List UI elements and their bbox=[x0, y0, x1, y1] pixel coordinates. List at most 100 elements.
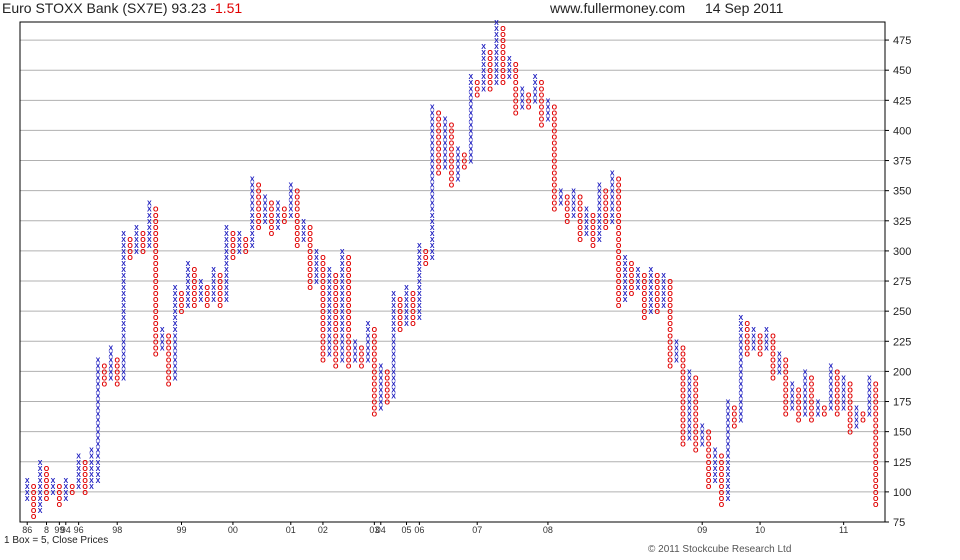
x-box: X bbox=[738, 418, 743, 425]
o-box: O bbox=[140, 237, 146, 244]
x-box: X bbox=[96, 454, 101, 461]
o-box: O bbox=[256, 225, 262, 232]
y-tick-label: 325 bbox=[893, 216, 911, 228]
o-column: OOOOOOO bbox=[192, 267, 198, 310]
o-box: O bbox=[436, 171, 442, 178]
x-box: X bbox=[828, 369, 833, 376]
o-box: O bbox=[397, 327, 403, 334]
x-box: X bbox=[186, 261, 191, 268]
o-box: O bbox=[153, 303, 159, 310]
x-column: XXXX bbox=[507, 56, 512, 81]
x-box: X bbox=[430, 189, 435, 196]
o-box: O bbox=[307, 255, 313, 262]
o-box: O bbox=[449, 159, 455, 166]
x-box: X bbox=[391, 339, 396, 346]
o-box: O bbox=[577, 213, 583, 220]
o-box: O bbox=[127, 255, 133, 262]
o-box: O bbox=[166, 375, 172, 382]
x-box: X bbox=[816, 412, 821, 419]
x-box: X bbox=[803, 400, 808, 407]
o-column: OOOOOOO bbox=[603, 189, 609, 232]
o-box: O bbox=[204, 297, 210, 304]
o-box: O bbox=[320, 297, 326, 304]
x-box: X bbox=[327, 351, 332, 358]
o-box: O bbox=[629, 279, 635, 286]
x-box: X bbox=[96, 478, 101, 485]
x-box: X bbox=[494, 26, 499, 33]
o-box: O bbox=[294, 225, 300, 232]
x-box: X bbox=[173, 345, 178, 352]
o-box: O bbox=[153, 285, 159, 292]
o-box: O bbox=[179, 309, 185, 316]
o-box: O bbox=[616, 231, 622, 238]
o-box: O bbox=[616, 303, 622, 310]
o-column: OOOOOO bbox=[44, 466, 50, 503]
o-box: O bbox=[346, 255, 352, 262]
o-box: O bbox=[629, 273, 635, 280]
x-box: X bbox=[546, 110, 551, 117]
x-box: X bbox=[391, 351, 396, 358]
x-box: X bbox=[790, 387, 795, 394]
x-box: X bbox=[494, 20, 499, 27]
x-tick-label: 86 bbox=[22, 525, 32, 535]
o-box: O bbox=[500, 44, 506, 51]
x-box: X bbox=[738, 375, 743, 382]
x-box: X bbox=[250, 219, 255, 226]
x-column: XXXXXXXXXXXX bbox=[250, 177, 255, 250]
o-box: O bbox=[539, 80, 545, 87]
o-box: O bbox=[552, 201, 558, 208]
o-box: O bbox=[230, 231, 236, 238]
x-box: X bbox=[378, 393, 383, 400]
x-box: X bbox=[121, 303, 126, 310]
x-box: X bbox=[661, 291, 666, 298]
o-box: O bbox=[680, 424, 686, 431]
o-column: OOOO bbox=[179, 291, 185, 316]
x-box: X bbox=[494, 80, 499, 87]
o-box: O bbox=[552, 159, 558, 166]
o-box: O bbox=[179, 291, 185, 298]
x-box: X bbox=[623, 291, 628, 298]
x-box: X bbox=[301, 225, 306, 232]
x-box: X bbox=[25, 496, 30, 503]
o-box: O bbox=[359, 363, 365, 370]
x-column: XXXXXXXXX bbox=[38, 460, 43, 515]
o-box: O bbox=[372, 400, 378, 407]
x-box: X bbox=[96, 412, 101, 419]
x-box: X bbox=[726, 454, 731, 461]
x-box: X bbox=[610, 201, 615, 208]
x-box: X bbox=[147, 237, 152, 244]
x-box: X bbox=[108, 357, 113, 364]
o-column: OOOOOOOO bbox=[770, 333, 776, 382]
o-box: O bbox=[384, 400, 390, 407]
x-box: X bbox=[726, 442, 731, 449]
x-box: X bbox=[674, 345, 679, 352]
o-box: O bbox=[757, 351, 763, 358]
x-box: X bbox=[726, 406, 731, 413]
o-box: O bbox=[320, 351, 326, 358]
o-box: O bbox=[140, 249, 146, 256]
x-box: X bbox=[404, 315, 409, 322]
o-column: OOOOOOOOOO bbox=[706, 430, 712, 491]
x-box: X bbox=[76, 460, 81, 467]
x-box: X bbox=[828, 387, 833, 394]
o-box: O bbox=[706, 436, 712, 443]
x-box: X bbox=[366, 351, 371, 358]
x-box: X bbox=[687, 412, 692, 419]
x-box: X bbox=[121, 369, 126, 376]
x-box: X bbox=[134, 225, 139, 232]
x-box: X bbox=[121, 297, 126, 304]
o-box: O bbox=[500, 56, 506, 63]
x-box: X bbox=[494, 32, 499, 39]
x-box: X bbox=[391, 393, 396, 400]
o-column: OOOOOOOOOOOOOOOOO bbox=[680, 345, 686, 448]
o-box: O bbox=[590, 237, 596, 244]
o-box: O bbox=[487, 68, 493, 75]
o-box: O bbox=[796, 418, 802, 425]
o-box: O bbox=[69, 490, 75, 497]
o-box: O bbox=[372, 351, 378, 358]
o-box: O bbox=[744, 345, 750, 352]
x-box: X bbox=[173, 315, 178, 322]
o-box: O bbox=[616, 285, 622, 292]
o-box: O bbox=[372, 327, 378, 334]
x-box: X bbox=[443, 165, 448, 172]
